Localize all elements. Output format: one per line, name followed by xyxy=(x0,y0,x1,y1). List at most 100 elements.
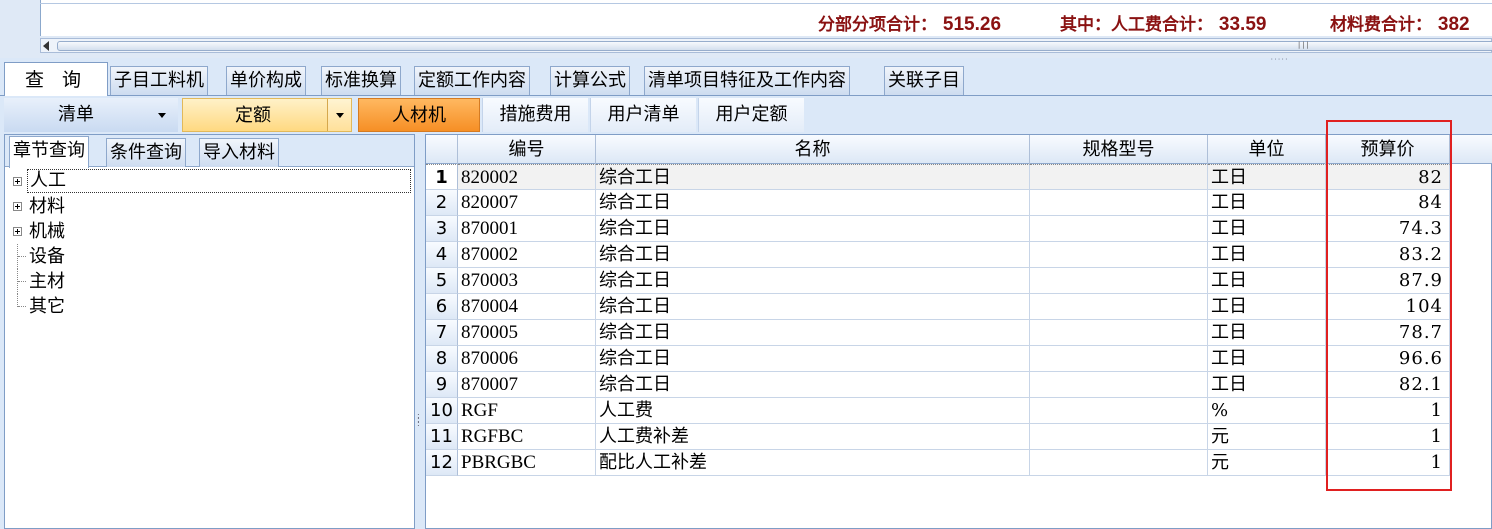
cell-budget-price[interactable]: 78.7 xyxy=(1326,320,1450,346)
tab-import-materials[interactable]: 导入材料 xyxy=(199,138,279,167)
cell-name[interactable]: 人工费 xyxy=(596,398,1030,424)
tree-item-machinery[interactable]: 机械 xyxy=(5,219,414,244)
table-row[interactable]: 10 RGF 人工费% 1 xyxy=(426,398,1492,424)
tree-item-other[interactable]: 其它 xyxy=(5,294,414,319)
cell-name[interactable]: 综合工日 xyxy=(596,242,1030,268)
table-row[interactable]: 4 870002 综合工日 工日 83.2 xyxy=(426,242,1492,268)
cell-unit[interactable]: 工日 xyxy=(1208,164,1326,190)
cell-unit[interactable]: 工日 xyxy=(1208,242,1326,268)
table-row[interactable]: 1 820002 综合工日 工日 82 xyxy=(426,164,1492,190)
cell-spec[interactable] xyxy=(1030,450,1208,476)
cell-name[interactable]: 综合工日 xyxy=(596,190,1030,216)
column-header-spec[interactable]: 规格型号 xyxy=(1030,135,1208,164)
cell-code[interactable]: RGFBC xyxy=(458,424,596,450)
cell-name[interactable]: 综合工日 xyxy=(596,320,1030,346)
cell-unit[interactable]: 工日 xyxy=(1208,372,1326,398)
tab-related-items[interactable]: 关联子目 xyxy=(884,66,964,95)
table-row[interactable]: 9 870007 综合工日 工日 82.1 xyxy=(426,372,1492,398)
tab-unit-price-composition[interactable]: 单价构成 xyxy=(226,66,306,95)
cell-name[interactable]: 综合工日 xyxy=(596,346,1030,372)
cell-unit[interactable]: 元 xyxy=(1208,450,1326,476)
scroll-left-arrow-icon[interactable] xyxy=(43,41,49,51)
cell-code[interactable]: PBRGBC xyxy=(458,450,596,476)
row-number[interactable]: 9 xyxy=(426,372,458,398)
cell-name[interactable]: 综合工日 xyxy=(596,372,1030,398)
tab-formula[interactable]: 计算公式 xyxy=(550,66,630,95)
cell-code[interactable]: 870006 xyxy=(458,346,596,372)
table-row[interactable]: 8 870006 综合工日 工日 96.6 xyxy=(426,346,1492,372)
cell-code[interactable]: 870004 xyxy=(458,294,596,320)
table-row[interactable]: 2 820007 综合工日 工日 84 xyxy=(426,190,1492,216)
tab-query[interactable]: 查 询 xyxy=(4,62,109,97)
cell-spec[interactable] xyxy=(1030,294,1208,320)
row-number[interactable]: 7 xyxy=(426,320,458,346)
column-header-budget-price[interactable]: 预算价 xyxy=(1326,135,1450,164)
cell-code[interactable]: 820002 xyxy=(458,164,596,190)
table-row[interactable]: 7 870005 综合工日 工日 78.7 xyxy=(426,320,1492,346)
row-number[interactable]: 3 xyxy=(426,216,458,242)
table-row[interactable]: 3 870001 综合工日 工日 74.3 xyxy=(426,216,1492,242)
tab-chapter-query[interactable]: 章节查询 xyxy=(9,136,89,168)
cell-unit[interactable]: 工日 xyxy=(1208,216,1326,242)
cell-budget-price[interactable]: 1 xyxy=(1326,450,1450,476)
tab-condition-query[interactable]: 条件查询 xyxy=(106,138,186,167)
cell-budget-price[interactable]: 96.6 xyxy=(1326,346,1450,372)
row-number[interactable]: 5 xyxy=(426,268,458,294)
cell-name[interactable]: 配比人工补差 xyxy=(596,450,1030,476)
cell-unit[interactable]: 元 xyxy=(1208,424,1326,450)
cell-spec[interactable] xyxy=(1030,320,1208,346)
cell-code[interactable]: 870007 xyxy=(458,372,596,398)
cell-budget-price[interactable]: 74.3 xyxy=(1326,216,1450,242)
table-row[interactable]: 11 RGFBC 人工费补差 元 1 xyxy=(426,424,1492,450)
cell-budget-price[interactable]: 104 xyxy=(1326,294,1450,320)
tree-item-materials[interactable]: 材料 xyxy=(5,194,414,219)
cell-name[interactable]: 人工费补差 xyxy=(596,424,1030,450)
cell-name[interactable]: 综合工日 xyxy=(596,164,1030,190)
cell-budget-price[interactable]: 83.2 xyxy=(1326,242,1450,268)
cell-budget-price[interactable]: 87.9 xyxy=(1326,268,1450,294)
cell-unit[interactable]: 工日 xyxy=(1208,346,1326,372)
tab-standard-conversion[interactable]: 标准换算 xyxy=(321,66,401,95)
row-number[interactable]: 12 xyxy=(426,450,458,476)
expand-icon[interactable] xyxy=(13,177,22,186)
resources-button[interactable]: 人材机 xyxy=(358,98,480,132)
cell-spec[interactable] xyxy=(1030,216,1208,242)
row-number[interactable]: 6 xyxy=(426,294,458,320)
cell-unit[interactable]: 工日 xyxy=(1208,268,1326,294)
cell-spec[interactable] xyxy=(1030,164,1208,190)
column-header-name[interactable]: 名称 xyxy=(596,135,1030,164)
cell-unit[interactable]: 工日 xyxy=(1208,294,1326,320)
tree-item-equipment[interactable]: 设备 xyxy=(5,244,414,269)
measures-fee-button[interactable]: 措施费用 xyxy=(482,98,588,132)
user-bill-button[interactable]: 用户清单 xyxy=(590,98,696,132)
scroll-thumb[interactable] xyxy=(57,41,1492,51)
cell-budget-price[interactable]: 1 xyxy=(1326,398,1450,424)
cell-code[interactable]: RGF xyxy=(458,398,596,424)
table-row[interactable]: 5 870003 综合工日 工日 87.9 xyxy=(426,268,1492,294)
table-row[interactable]: 12 PBRGBC 配比人工补差 元 1 xyxy=(426,450,1492,476)
row-number[interactable]: 10 xyxy=(426,398,458,424)
cell-spec[interactable] xyxy=(1030,424,1208,450)
cell-unit[interactable]: % xyxy=(1208,398,1326,424)
cell-code[interactable]: 870003 xyxy=(458,268,596,294)
cell-spec[interactable] xyxy=(1030,190,1208,216)
cell-name[interactable]: 综合工日 xyxy=(596,216,1030,242)
cell-code[interactable]: 870005 xyxy=(458,320,596,346)
cell-code[interactable]: 820007 xyxy=(458,190,596,216)
tree-item-main-materials[interactable]: 主材 xyxy=(5,269,414,294)
cell-code[interactable]: 870002 xyxy=(458,242,596,268)
row-number[interactable]: 1 xyxy=(426,164,458,190)
cell-budget-price[interactable]: 82.1 xyxy=(1326,372,1450,398)
row-number[interactable]: 8 xyxy=(426,346,458,372)
row-number[interactable]: 11 xyxy=(426,424,458,450)
tree-item-labor[interactable]: 人工 xyxy=(5,169,414,194)
expand-icon[interactable] xyxy=(13,202,22,211)
horizontal-scrollbar[interactable]: ||| xyxy=(40,38,1492,53)
cell-code[interactable]: 870001 xyxy=(458,216,596,242)
expand-icon[interactable] xyxy=(13,227,22,236)
column-header-code[interactable]: 编号 xyxy=(458,135,596,164)
cell-spec[interactable] xyxy=(1030,268,1208,294)
table-row[interactable]: 6 870004 综合工日 工日 104 xyxy=(426,294,1492,320)
cell-spec[interactable] xyxy=(1030,398,1208,424)
row-number[interactable]: 4 xyxy=(426,242,458,268)
